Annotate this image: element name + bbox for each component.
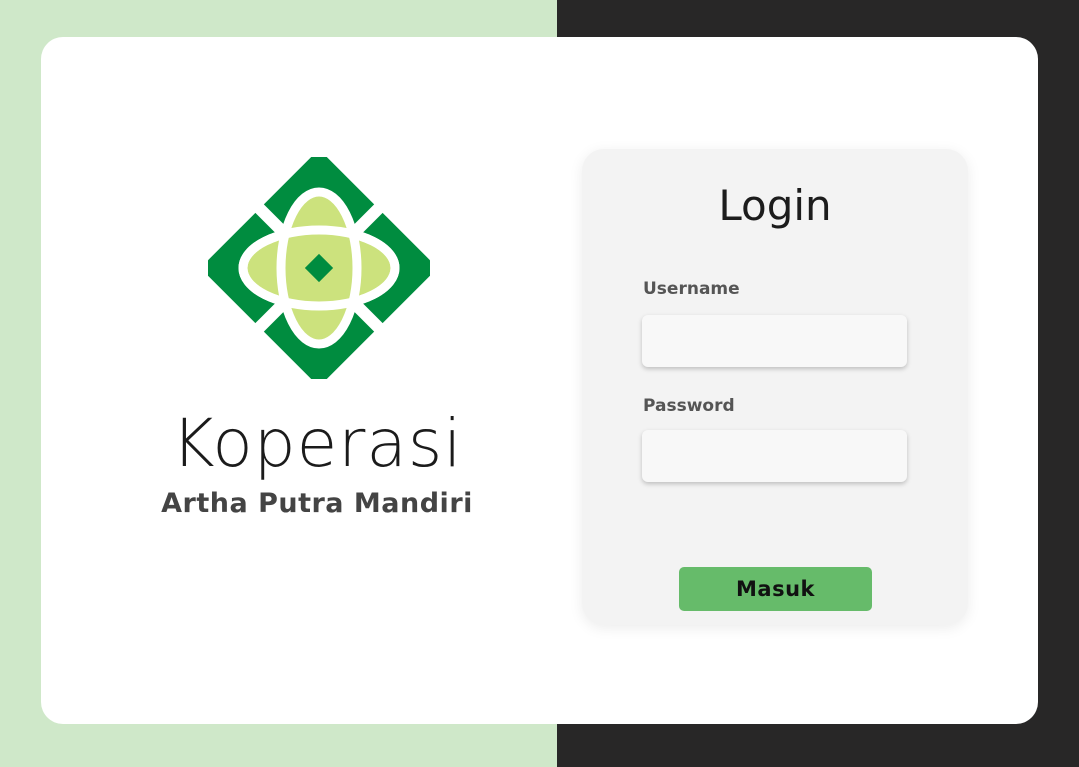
brand-title: Koperasi bbox=[171, 405, 463, 482]
masuk-button[interactable]: Masuk bbox=[679, 567, 872, 611]
username-label: Username bbox=[643, 279, 740, 299]
login-title: Login bbox=[718, 181, 832, 230]
password-label: Password bbox=[643, 396, 735, 416]
brand-subtitle: Artha Putra Mandiri bbox=[161, 488, 473, 519]
koperasi-logo-icon bbox=[208, 157, 430, 379]
brand-section: Koperasi Artha Putra Mandiri bbox=[161, 157, 473, 567]
password-input[interactable] bbox=[642, 430, 907, 482]
login-panel: Login Username Password Masuk bbox=[582, 149, 968, 625]
username-input[interactable] bbox=[642, 315, 907, 367]
login-card: Koperasi Artha Putra Mandiri Login Usern… bbox=[41, 37, 1038, 724]
